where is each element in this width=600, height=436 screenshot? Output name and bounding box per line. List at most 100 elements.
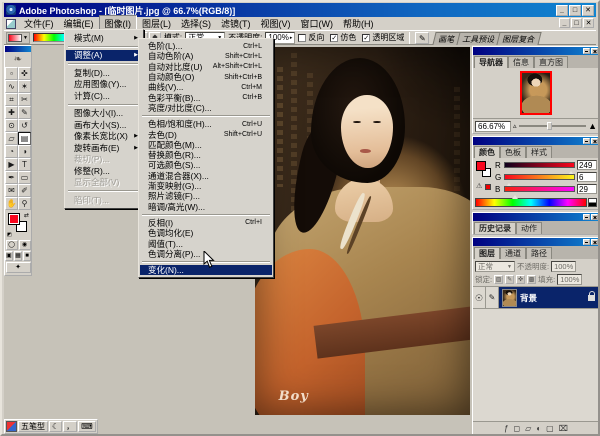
tool-zoom[interactable]: ⚲ [18, 197, 31, 210]
menu-item-pixel-aspect-ratio[interactable]: 像素长宽比(X) [66, 131, 142, 143]
menu-item[interactable] [142, 115, 270, 118]
tool-shape[interactable]: ▭ [18, 171, 31, 184]
tool-clone-stamp[interactable]: ⊙ [5, 119, 18, 132]
layer-visibility-eye-icon[interactable]: ☉ [473, 287, 486, 308]
channel-slider[interactable] [504, 162, 575, 175]
palette-close-button[interactable] [591, 239, 598, 245]
palette-close-button[interactable] [591, 138, 598, 144]
checkbox-transparency[interactable]: ✓ 透明区域 [362, 32, 404, 43]
palette-titlebar[interactable] [473, 213, 598, 221]
menu-help[interactable]: 帮助(H) [338, 16, 379, 31]
tool-eraser[interactable]: ▱ [5, 132, 18, 145]
checkbox-dither[interactable]: ✓ 仿色 [330, 32, 356, 43]
tool-hand[interactable]: ✋ [5, 197, 18, 210]
menu-select[interactable]: 选择(S) [176, 16, 216, 31]
zoom-slider[interactable] [518, 122, 587, 130]
palette-minimize-button[interactable] [583, 239, 590, 245]
tool-notes[interactable]: ✉ [5, 184, 18, 197]
menu-item-adjustments[interactable]: 调整(A) [66, 49, 142, 61]
tab-layers[interactable]: 图层 [474, 247, 500, 259]
foreground-color-swatch[interactable] [8, 213, 20, 225]
tool-type[interactable]: T [18, 158, 31, 171]
ime-keyboard-icon[interactable]: ⌨ [78, 421, 96, 432]
ime-fullhalf-moon-icon[interactable]: ☾ [49, 421, 63, 432]
footer-icon-new-layer[interactable]: ▢ [546, 423, 554, 435]
tab-styles[interactable]: 样式 [526, 146, 552, 158]
tab-color[interactable]: 颜色 [474, 146, 500, 158]
jump-to-imageready-button[interactable]: ✦ [5, 262, 31, 273]
ime-punctuation-icon[interactable]: ， [63, 421, 78, 432]
ime-mode-button[interactable]: 五笔型 [18, 421, 48, 432]
black-white-ramp[interactable] [588, 198, 597, 207]
lock-position-icon[interactable]: ✜ [516, 275, 526, 284]
palette-titlebar[interactable] [473, 47, 598, 55]
palette-minimize-button[interactable] [583, 48, 590, 54]
layer-blend-mode-select[interactable]: 正常 ▼ [475, 261, 515, 272]
tool-history-brush[interactable]: ↺ [18, 119, 31, 132]
slider-thumb-icon[interactable] [511, 192, 518, 199]
menu-item-mode[interactable]: 模式(M) [66, 32, 142, 44]
spinner-arrow-icon[interactable]: ▸ [290, 35, 293, 41]
menu-item[interactable] [68, 103, 140, 106]
lock-pixels-icon[interactable]: ✎ [505, 275, 515, 284]
minimize-button[interactable]: _ [556, 4, 568, 16]
doc-restore-button[interactable]: □ [571, 18, 582, 28]
screen-standard-screen[interactable]: ▣ [5, 251, 13, 261]
tool-lasso[interactable]: ∿ [5, 80, 18, 93]
palette-titlebar[interactable] [473, 238, 598, 246]
channel-slider[interactable] [504, 174, 575, 187]
lock-all-icon[interactable]: ▩ [527, 275, 537, 284]
channel-value-input[interactable]: 29 [577, 184, 597, 194]
channel-value-input[interactable]: 249 [577, 160, 597, 170]
doc-close-button[interactable]: ✕ [583, 18, 594, 28]
swap-colors-icon[interactable]: ⇄ [24, 212, 29, 219]
default-colors-icon[interactable]: ◩ [7, 232, 12, 238]
menu-item-shadow-highlight[interactable]: 暗调/高光(W)... [140, 201, 272, 212]
screen-fullscreen[interactable]: ■ [23, 251, 31, 261]
menu-file[interactable]: 文件(F) [19, 16, 59, 31]
tool-crop[interactable]: ⌗ [5, 93, 18, 106]
tab-info[interactable]: 信息 [508, 56, 534, 68]
tool-dodge[interactable]: ◑ [18, 145, 31, 158]
tab-navigator[interactable]: 导航器 [474, 56, 508, 68]
checkbox-box[interactable]: ✓ [362, 33, 371, 42]
layer-name[interactable]: 背景 [520, 292, 588, 304]
foreground-color-swatch[interactable] [476, 161, 486, 171]
tool-brush[interactable]: ✎ [18, 106, 31, 119]
well-tab-tool-presets[interactable]: 工具预设 [456, 31, 502, 45]
mode-standard-mode[interactable]: ◯ [5, 240, 18, 250]
footer-icon-adjustment-layer[interactable]: ◐ [536, 423, 541, 435]
menu-item[interactable] [68, 45, 140, 48]
checkbox-reverse[interactable]: 反向 [298, 32, 324, 43]
menu-item-canvas-size[interactable]: 画布大小(S)... [66, 119, 142, 131]
footer-icon-delete-layer[interactable]: ⌧ [559, 423, 568, 435]
screen-fullscreen-with-menubar[interactable]: ▦ [14, 251, 22, 261]
mode-quick-mask-mode[interactable]: ◉ [18, 240, 31, 250]
navigator-view-box[interactable] [520, 71, 552, 115]
palette-minimize-button[interactable] [583, 138, 590, 144]
doc-minimize-button[interactable]: _ [559, 18, 570, 28]
menu-item-apply-image[interactable]: 应用图像(Y)... [66, 79, 142, 91]
tab-swatches[interactable]: 色板 [500, 146, 526, 158]
zoom-out-icon[interactable]: ▵ [513, 122, 517, 130]
menu-item[interactable] [142, 213, 270, 216]
tool-path-selection[interactable]: ▶ [5, 158, 18, 171]
footer-icon-layer-set[interactable]: ▱ [525, 423, 531, 435]
checkbox-box[interactable] [298, 33, 307, 42]
menu-view[interactable]: 视图(V) [256, 16, 296, 31]
tool-pen[interactable]: ✒ [5, 171, 18, 184]
palette-close-button[interactable] [591, 214, 598, 220]
menu-item-crop[interactable]: 裁切(P)... [66, 154, 142, 166]
well-tab-layer-comps[interactable]: 图层复合 [496, 31, 542, 45]
footer-icon-layer-style[interactable]: ƒ [504, 423, 508, 435]
checkbox-box[interactable]: ✓ [330, 33, 339, 42]
channel-value-input[interactable]: 6 [577, 172, 597, 182]
color-spectrum-ramp[interactable] [475, 198, 587, 207]
menu-filter[interactable]: 滤镜(T) [216, 16, 256, 31]
menu-item-trap[interactable]: 陷印(T)... [66, 194, 142, 206]
tool-eyedropper[interactable]: ✐ [18, 184, 31, 197]
layer-fill-input[interactable]: 100% [557, 274, 583, 285]
ime-logo-icon[interactable] [6, 421, 17, 432]
tool-slice[interactable]: ✂ [18, 93, 31, 106]
footer-icon-layer-mask[interactable]: ◻ [514, 423, 521, 435]
